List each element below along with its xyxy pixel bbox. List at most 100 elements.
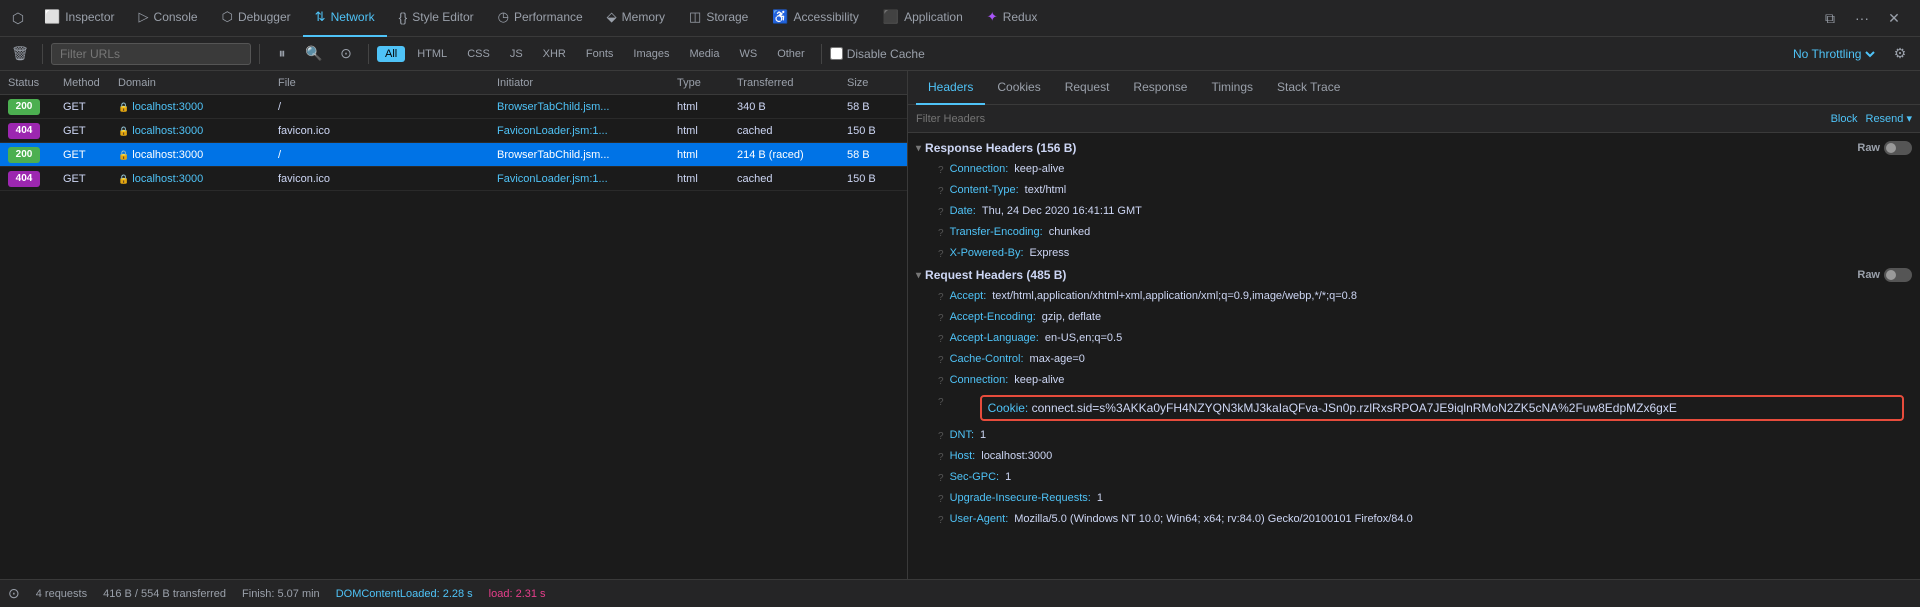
tab-stack-trace[interactable]: Stack Trace [1265,71,1352,105]
filter-headers-input[interactable] [916,113,1831,125]
col-initiator[interactable]: Initiator [493,77,673,89]
response-headers-section[interactable]: ▾ Response Headers (156 B) Raw [908,137,1920,159]
tab-application-label: Application [904,10,963,24]
help-icon[interactable]: ? [938,226,944,241]
resend-button[interactable]: Resend ▾ [1866,112,1913,125]
transferred-cell: 214 B (raced) [733,149,843,161]
help-icon[interactable]: ? [938,163,944,178]
filter-other[interactable]: Other [769,46,813,62]
filter-all[interactable]: All [377,46,405,62]
filter-urls-input[interactable] [51,43,251,65]
filter-images[interactable]: Images [625,46,677,62]
initiator-cell: FaviconLoader.jsm:1... [493,173,673,185]
tab-memory[interactable]: ⬙ Memory [595,0,677,37]
help-icon[interactable]: ? [938,247,944,262]
devtools-icon[interactable]: ⬡ [4,4,32,32]
table-row[interactable]: 404 GET 🔒 localhost:3000 favicon.ico Fav… [0,119,907,143]
close-devtools-icon[interactable]: ✕ [1880,4,1908,32]
filter-fonts[interactable]: Fonts [578,46,622,62]
header-value: localhost:3000 [981,448,1052,465]
tab-debugger[interactable]: ⬡ Debugger [210,0,303,37]
disable-cache-checkbox[interactable] [830,47,843,60]
help-icon[interactable]: ? [938,450,944,465]
pause-icon[interactable]: ⏸ [268,40,296,68]
col-status[interactable]: Status [4,77,59,89]
header-value: Express [1030,245,1070,262]
help-icon[interactable]: ? [938,429,944,444]
tab-application[interactable]: ⬛ Application [871,0,975,37]
search-icon[interactable]: 🔍 [300,40,328,68]
help-icon[interactable]: ? [938,513,944,528]
restore-window-icon[interactable]: ⧉ [1816,4,1844,32]
request-headers-title: Request Headers (485 B) [925,268,1066,282]
response-raw-btn: Raw [1857,141,1912,155]
status-spinner-icon: ⊙ [8,585,20,602]
help-icon[interactable]: ? [938,205,944,220]
request-headers-section[interactable]: ▾ Request Headers (485 B) Raw [908,264,1920,286]
header-value: keep-alive [1014,161,1064,178]
filter-js[interactable]: JS [502,46,531,62]
col-size[interactable]: Size [843,77,903,89]
tab-redux-label: Redux [1003,10,1038,24]
network-icon: ⇅ [315,9,326,25]
tab-headers[interactable]: Headers [916,71,985,105]
block-button[interactable]: Block [1831,113,1858,125]
response-raw-toggle[interactable] [1884,141,1912,155]
col-type[interactable]: Type [673,77,733,89]
tab-request[interactable]: Request [1053,71,1122,105]
filter-xhr[interactable]: XHR [535,46,574,62]
finish-time: Finish: 5.07 min [242,588,320,600]
response-chevron-icon: ▾ [916,143,921,154]
tab-console[interactable]: ▷ Console [127,0,210,37]
filter-css[interactable]: CSS [459,46,498,62]
col-domain[interactable]: Domain [114,77,274,89]
help-icon[interactable]: ? [938,397,944,408]
transferred-cell: cached [733,125,843,137]
tab-response[interactable]: Response [1121,71,1199,105]
tab-redux[interactable]: ✦ Redux [975,0,1050,37]
help-icon[interactable]: ? [938,471,944,486]
header-name: User-Agent: [950,511,1009,528]
help-icon[interactable]: ? [938,290,944,305]
help-icon[interactable]: ? [938,353,944,368]
col-method[interactable]: Method [59,77,114,89]
tab-storage[interactable]: ◫ Storage [677,0,760,37]
style-editor-icon: {} [399,10,408,25]
disable-cache-text: Disable Cache [847,47,925,61]
help-icon[interactable]: ? [938,492,944,507]
table-row[interactable]: 200 GET 🔒 localhost:3000 / BrowserTabChi… [0,95,907,119]
clear-requests-icon[interactable]: 🗑 [6,40,34,68]
settings-icon[interactable]: ⚙ [1886,40,1914,68]
header-value: text/html,application/xhtml+xml,applicat… [992,288,1357,305]
more-options-icon[interactable]: ··· [1848,4,1876,32]
help-icon[interactable]: ? [938,374,944,389]
table-body: 200 GET 🔒 localhost:3000 / BrowserTabChi… [0,95,907,579]
file-cell: / [274,149,493,161]
status-bar: ⊙ 4 requests 416 B / 554 B transferred F… [0,579,1920,607]
throttle-select[interactable]: No Throttling Fast 3G Slow 3G Offline [1789,46,1878,62]
request-raw-toggle[interactable] [1884,268,1912,282]
cookie-header-name: Cookie: [988,401,1029,415]
status-badge: 200 [8,99,40,115]
tab-network[interactable]: ⇅ Network [303,0,387,37]
initiator-cell: BrowserTabChild.jsm... [493,149,673,161]
tab-performance[interactable]: ◷ Performance [486,0,595,37]
filter-ws[interactable]: WS [731,46,765,62]
help-icon[interactable]: ? [938,332,944,347]
help-icon[interactable]: ? [938,311,944,326]
tab-cookies[interactable]: Cookies [985,71,1052,105]
tab-style-editor[interactable]: {} Style Editor [387,0,486,37]
table-row[interactable]: 200 GET 🔒 localhost:3000 / BrowserTabChi… [0,143,907,167]
tab-timings[interactable]: Timings [1199,71,1265,105]
filter-icon[interactable]: ⊙ [332,40,360,68]
col-transferred[interactable]: Transferred [733,77,843,89]
tab-accessibility[interactable]: ♿ Accessibility [760,0,871,37]
tab-inspector[interactable]: ⬜ Inspector [32,0,127,37]
filter-media[interactable]: Media [681,46,727,62]
help-icon[interactable]: ? [938,184,944,199]
table-row[interactable]: 404 GET 🔒 localhost:3000 favicon.ico Fav… [0,167,907,191]
col-file[interactable]: File [274,77,493,89]
filter-html[interactable]: HTML [409,46,455,62]
requests-count: 4 requests [36,588,87,600]
disable-cache-label[interactable]: Disable Cache [830,47,925,61]
